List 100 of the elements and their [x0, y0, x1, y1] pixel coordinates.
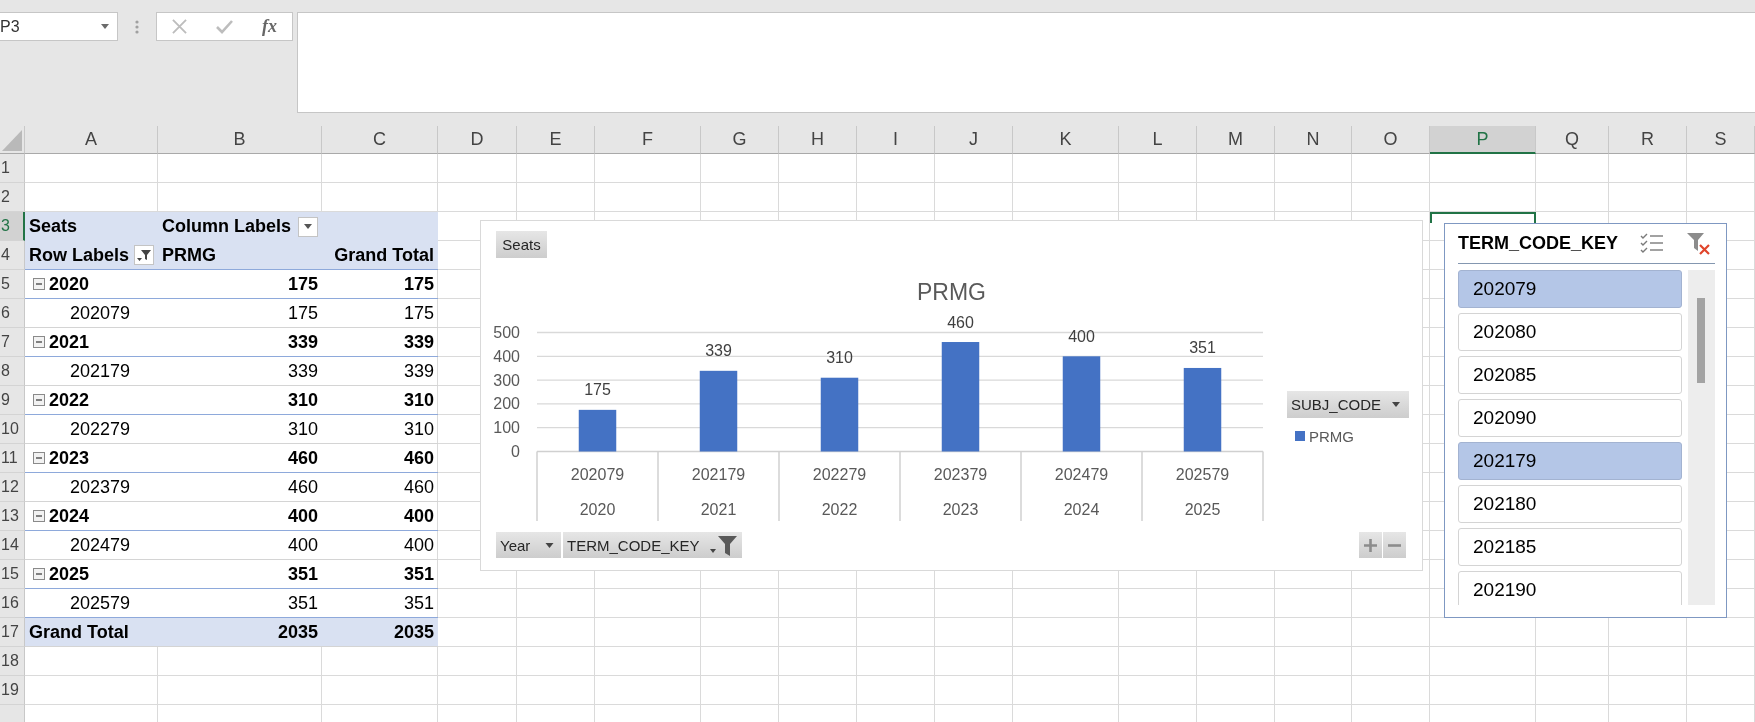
column-labels-filter-button[interactable]: [298, 216, 318, 237]
legend-field-button[interactable]: SUBJ_CODE: [1287, 391, 1409, 418]
checkmark-icon: [216, 19, 233, 34]
pivot-value: 460: [403, 476, 434, 498]
pivot-row-label: 202079: [70, 302, 131, 324]
pivot-value: 400: [287, 534, 318, 556]
minus-box-icon[interactable]: [33, 510, 45, 522]
minus-box-icon[interactable]: [33, 336, 45, 348]
slicer-item[interactable]: 202079: [1458, 270, 1682, 308]
column-header[interactable]: P: [1430, 126, 1536, 154]
row-header[interactable]: 7: [0, 328, 25, 357]
row-header[interactable]: 3: [0, 212, 25, 241]
row-header[interactable]: 8: [0, 357, 25, 386]
row-header[interactable]: 10: [0, 415, 25, 444]
pivot-row-label: 2021: [49, 331, 90, 353]
slicer-item[interactable]: 202080: [1458, 313, 1682, 351]
chart-title: PRMG: [917, 279, 986, 305]
name-box[interactable]: P3: [0, 12, 118, 41]
axis-tick-label: 200: [493, 395, 520, 413]
category-group-label: 2021: [700, 500, 737, 518]
pivot-value: 351: [287, 592, 318, 614]
data-label: 175: [584, 381, 611, 399]
row-labels-header: Row Labels: [29, 244, 130, 266]
pivot-row-label: 202579: [70, 592, 131, 614]
pivot-value: 175: [287, 302, 318, 324]
data-label: 400: [1068, 327, 1095, 345]
pivot-value: 460: [287, 476, 318, 498]
axis-tick-label: 100: [493, 419, 520, 437]
pivot-value: 2035: [393, 621, 434, 643]
minus-box-icon[interactable]: [33, 568, 45, 580]
row-header[interactable]: 1: [0, 154, 25, 183]
scrollbar-thumb[interactable]: [1697, 298, 1705, 383]
row-header[interactable]: 6: [0, 299, 25, 328]
caret-icon: [304, 224, 312, 229]
pivot-value: 175: [287, 273, 318, 295]
category-group-label: 2022: [821, 500, 858, 518]
caret-icon: [101, 24, 109, 29]
slicer-item[interactable]: 202090: [1458, 399, 1682, 437]
pivot-row-label: 202179: [70, 360, 131, 382]
row-header[interactable]: 12: [0, 473, 25, 502]
caret-icon: [1392, 402, 1400, 407]
pivot-value: 460: [403, 447, 434, 469]
legend-label: PRMG: [1309, 427, 1354, 445]
slicer-item[interactable]: 202085: [1458, 356, 1682, 394]
minus-box-icon[interactable]: [33, 452, 45, 464]
pivot-value: 310: [403, 418, 434, 440]
row-header[interactable]: 9: [0, 386, 25, 415]
expand-field-button[interactable]: [1359, 532, 1382, 558]
slicer-item[interactable]: 202180: [1458, 485, 1682, 523]
minus-icon: [1388, 543, 1401, 547]
row-header[interactable]: 5: [0, 270, 25, 299]
axis-field-button[interactable]: TERM_CODE_KEY: [563, 532, 742, 558]
pivot-value: 351: [287, 563, 318, 585]
row-header[interactable]: 17: [0, 618, 25, 647]
axis-tick-label: 500: [493, 324, 520, 341]
pivot-value: 310: [287, 418, 318, 440]
checklist-icon: [1640, 233, 1664, 254]
category-label: 202279: [812, 465, 867, 483]
row-header[interactable]: 18: [0, 647, 25, 676]
row-header[interactable]: 14: [0, 531, 25, 560]
row-header[interactable]: 15: [0, 560, 25, 589]
vertical-dots-icon[interactable]: [135, 20, 139, 34]
pivot-row-label: Grand Total: [29, 621, 129, 643]
collapse-field-button[interactable]: [1383, 532, 1406, 558]
pivot-row-label: 202479: [70, 534, 131, 556]
category-label: 202179: [691, 465, 746, 483]
row-labels-filter-button[interactable]: [134, 245, 154, 265]
pivot-row-label: 2020: [49, 273, 90, 295]
row-header[interactable]: 2: [0, 183, 25, 212]
filter-icon: [709, 534, 737, 556]
slicer-item[interactable]: 202179: [1458, 442, 1682, 480]
minus-box-icon[interactable]: [33, 394, 45, 406]
formula-input[interactable]: [297, 12, 1755, 113]
minus-box-icon[interactable]: [33, 278, 45, 290]
clear-filter-button[interactable]: [1687, 231, 1711, 256]
clear-filter-icon: [1687, 232, 1711, 255]
row-header[interactable]: 13: [0, 502, 25, 531]
insert-function-button[interactable]: fx: [247, 13, 292, 40]
slicer-title: TERM_CODE_KEY: [1458, 233, 1620, 254]
value-field-button[interactable]: Seats: [496, 231, 547, 258]
row-header[interactable]: 4: [0, 241, 25, 270]
axis-tick-label: 0: [511, 443, 520, 460]
row-header[interactable]: 16: [0, 589, 25, 618]
pivot-value-field: Seats: [29, 216, 78, 237]
pivot-value: 339: [403, 360, 434, 382]
slicer-item[interactable]: 202185: [1458, 528, 1682, 566]
caret-icon: [545, 542, 554, 548]
slicer-item[interactable]: 202190: [1458, 571, 1682, 605]
data-label: 339: [705, 342, 732, 360]
category-label: 202479: [1054, 465, 1109, 483]
pivot-row-label: 2022: [49, 389, 90, 411]
row-header[interactable]: 11: [0, 444, 25, 473]
pivot-value: 351: [403, 592, 434, 614]
pivot-value: 310: [403, 389, 434, 411]
scrollbar-track[interactable]: [1688, 270, 1715, 605]
axis-field-button[interactable]: Year: [496, 532, 561, 558]
row-header[interactable]: 19: [0, 676, 25, 705]
pivot-value: 339: [403, 331, 434, 353]
pivot-value: 175: [403, 302, 434, 324]
axis-tick-label: 400: [493, 347, 520, 365]
